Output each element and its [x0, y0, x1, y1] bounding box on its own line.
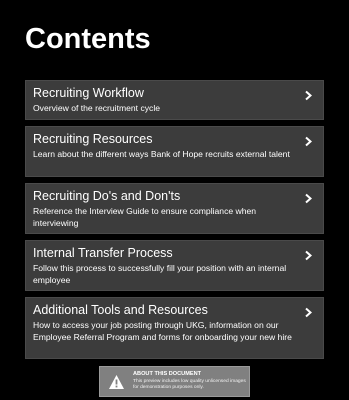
chevron-right-icon — [304, 250, 313, 261]
card-description: Follow this process to successfully fill… — [33, 263, 287, 285]
card-recruiting-workflow[interactable]: Recruiting Workflow Overview of the recr… — [25, 80, 324, 120]
card-title: Recruiting Resources — [33, 132, 153, 146]
card-description: Learn about the different ways Bank of H… — [33, 149, 290, 159]
notice-text: This preview includes low quality unlice… — [133, 379, 246, 391]
chevron-right-icon — [304, 193, 313, 204]
warning-icon — [108, 374, 125, 390]
card-title: Recruiting Workflow — [33, 86, 144, 100]
chevron-right-icon — [304, 90, 313, 101]
page-title: Contents — [25, 23, 151, 55]
card-title: Recruiting Do's and Don'ts — [33, 189, 181, 203]
preview-notice: ABOUT THIS DOCUMENT This preview include… — [99, 366, 250, 397]
card-title: Additional Tools and Resources — [33, 303, 208, 317]
card-description: How to access your job posting through U… — [33, 320, 292, 342]
card-internal-transfer-process[interactable]: Internal Transfer Process Follow this pr… — [25, 240, 324, 291]
card-description: Reference the Interview Guide to ensure … — [33, 206, 257, 228]
chevron-right-icon — [304, 307, 313, 318]
card-description: Overview of the recruitment cycle — [33, 103, 161, 113]
chevron-right-icon — [304, 136, 313, 147]
card-recruiting-dos-and-donts[interactable]: Recruiting Do's and Don'ts Reference the… — [25, 183, 324, 234]
notice-title: ABOUT THIS DOCUMENT — [133, 371, 202, 377]
card-title: Internal Transfer Process — [33, 246, 173, 260]
card-recruiting-resources[interactable]: Recruiting Resources Learn about the dif… — [25, 126, 324, 177]
card-additional-tools-and-resources[interactable]: Additional Tools and Resources How to ac… — [25, 297, 324, 359]
